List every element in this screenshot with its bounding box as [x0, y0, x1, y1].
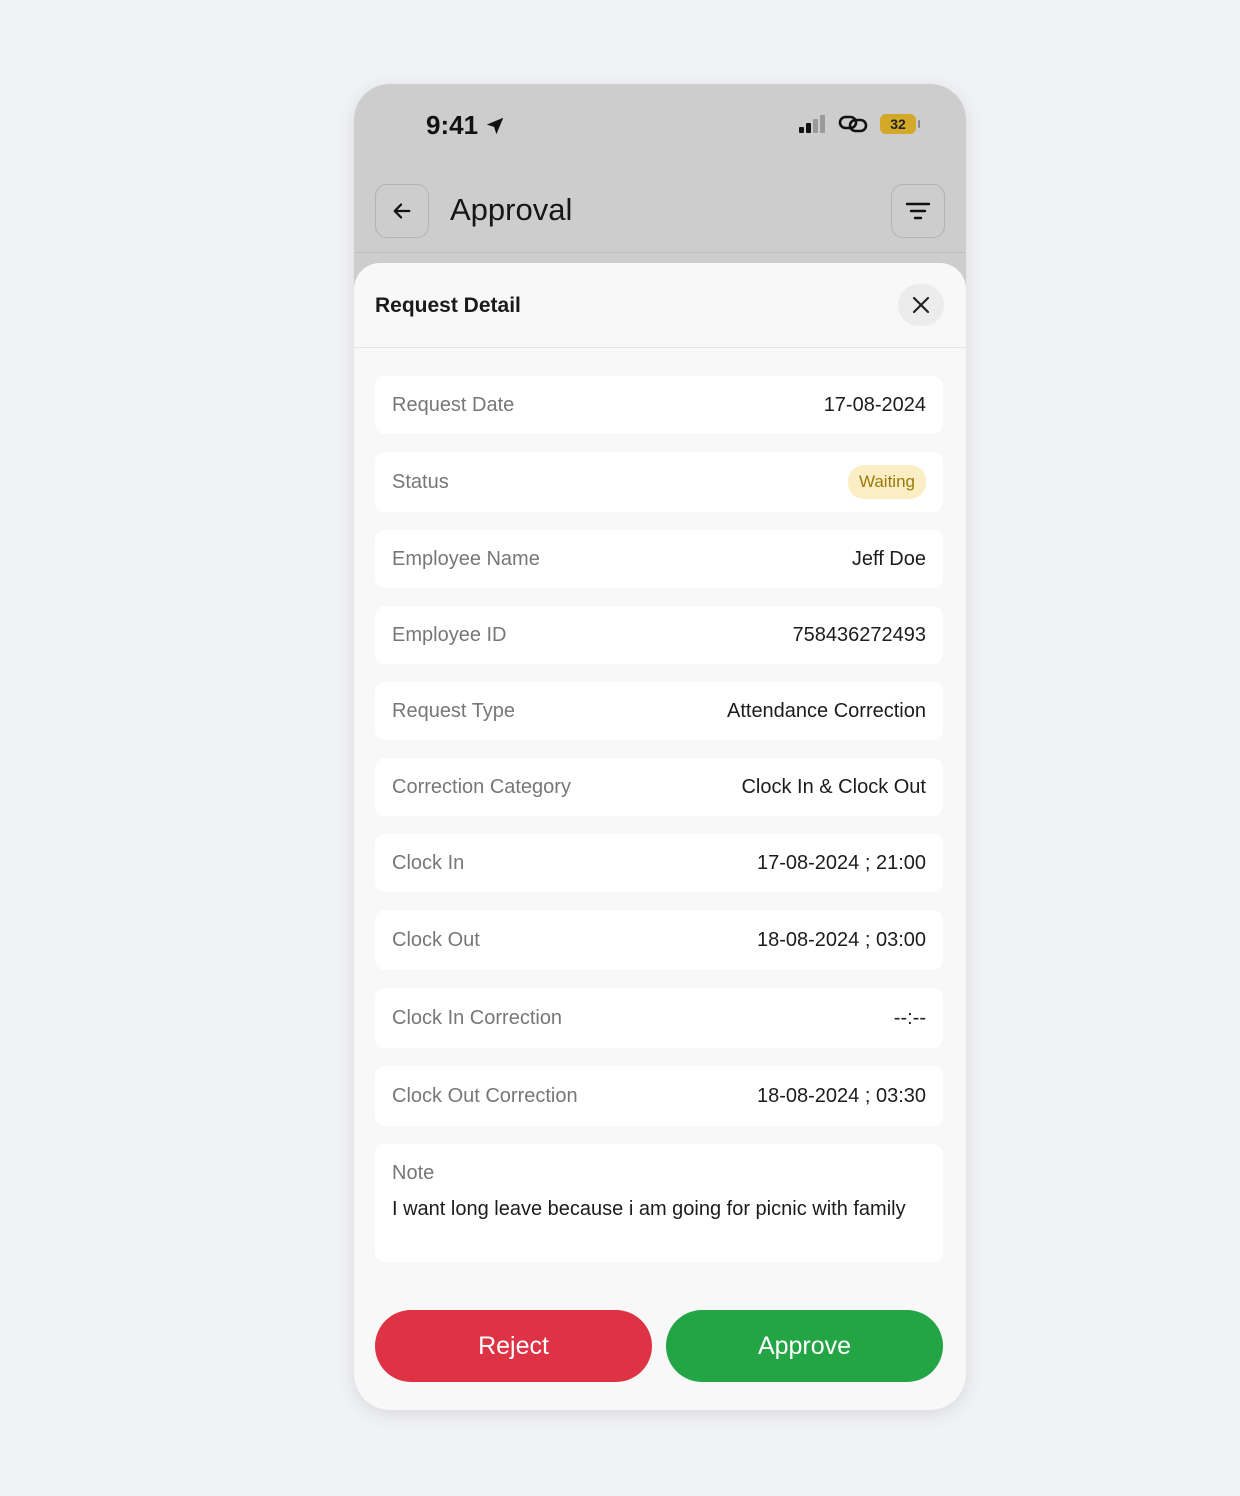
row-value: 758436272493 [792, 623, 926, 646]
row-clock-out: Clock Out 18-08-2024 ; 03:00 [375, 910, 943, 970]
row-label: Clock In Correction [392, 1006, 563, 1029]
close-button[interactable] [898, 284, 944, 326]
row-value: 18-08-2024 ; 03:00 [756, 928, 926, 951]
page-title: Approval [450, 192, 573, 227]
status-time: 9:41 [426, 110, 506, 141]
note-text: I want long leave because i am going for… [392, 1198, 906, 1220]
row-value: 17-08-2024 [823, 393, 926, 416]
row-employee-id: Employee ID 758436272493 [375, 606, 943, 664]
row-value: Clock In & Clock Out [741, 775, 926, 798]
row-request-type: Request Type Attendance Correction [375, 682, 943, 740]
row-value: 18-08-2024 ; 03:30 [756, 1084, 926, 1107]
status-bar: 9:41 32 [354, 84, 966, 174]
row-value: Jeff Doe [851, 547, 926, 570]
row-value: Attendance Correction [726, 699, 926, 722]
row-clock-out-correction: Clock Out Correction 18-08-2024 ; 03:30 [375, 1066, 943, 1126]
row-label: Clock In [392, 851, 465, 874]
row-request-date: Request Date 17-08-2024 [375, 376, 943, 434]
back-button[interactable] [375, 184, 429, 238]
row-clock-in: Clock In 17-08-2024 ; 21:00 [375, 834, 943, 892]
phone-screen: 9:41 32 Approval Request Detail Request … [354, 84, 966, 1410]
row-label: Clock Out Correction [392, 1084, 578, 1107]
row-correction-category: Correction Category Clock In & Clock Out [375, 758, 943, 816]
sheet-header: Request Detail [354, 263, 966, 348]
sheet-title: Request Detail [375, 294, 521, 317]
status-time-label: 9:41 [426, 110, 479, 140]
row-status: Status Waiting [375, 452, 943, 512]
row-label: Clock Out [392, 928, 480, 951]
location-arrow-icon [486, 117, 504, 134]
row-value: --:-- [893, 1006, 926, 1029]
status-badge: Waiting [847, 465, 926, 499]
battery-level: 32 [890, 116, 906, 132]
row-label: Employee Name [392, 547, 540, 570]
row-label: Request Date [392, 393, 515, 416]
row-label: Status [392, 470, 449, 493]
row-clock-in-correction: Clock In Correction --:-- [375, 988, 943, 1048]
row-label: Employee ID [392, 623, 507, 646]
reject-button[interactable]: Reject [375, 1310, 652, 1382]
close-icon [912, 296, 930, 314]
arrow-left-icon [393, 203, 411, 219]
detail-rows: Request Date 17-08-2024 Status Waiting E… [375, 376, 943, 1262]
approve-button[interactable]: Approve [666, 1310, 943, 1382]
note-label: Note [392, 1162, 435, 1184]
link-icon [838, 115, 868, 133]
battery-indicator: 32 [880, 114, 920, 134]
status-icons: 32 [798, 114, 920, 134]
row-value: 17-08-2024 ; 21:00 [756, 851, 926, 874]
filter-icon [905, 202, 931, 220]
row-employee-name: Employee Name Jeff Doe [375, 530, 943, 588]
filter-button[interactable] [891, 184, 945, 238]
row-label: Request Type [392, 699, 516, 722]
request-detail-sheet: Request Detail Request Date 17-08-2024 S… [354, 263, 966, 1410]
action-buttons: Reject Approve [375, 1310, 943, 1382]
note-card: Note I want long leave because i am goin… [375, 1144, 943, 1262]
signal-icon [799, 115, 825, 133]
header-divider [354, 252, 966, 253]
app-header: Approval [354, 184, 966, 254]
row-label: Correction Category [392, 775, 571, 798]
